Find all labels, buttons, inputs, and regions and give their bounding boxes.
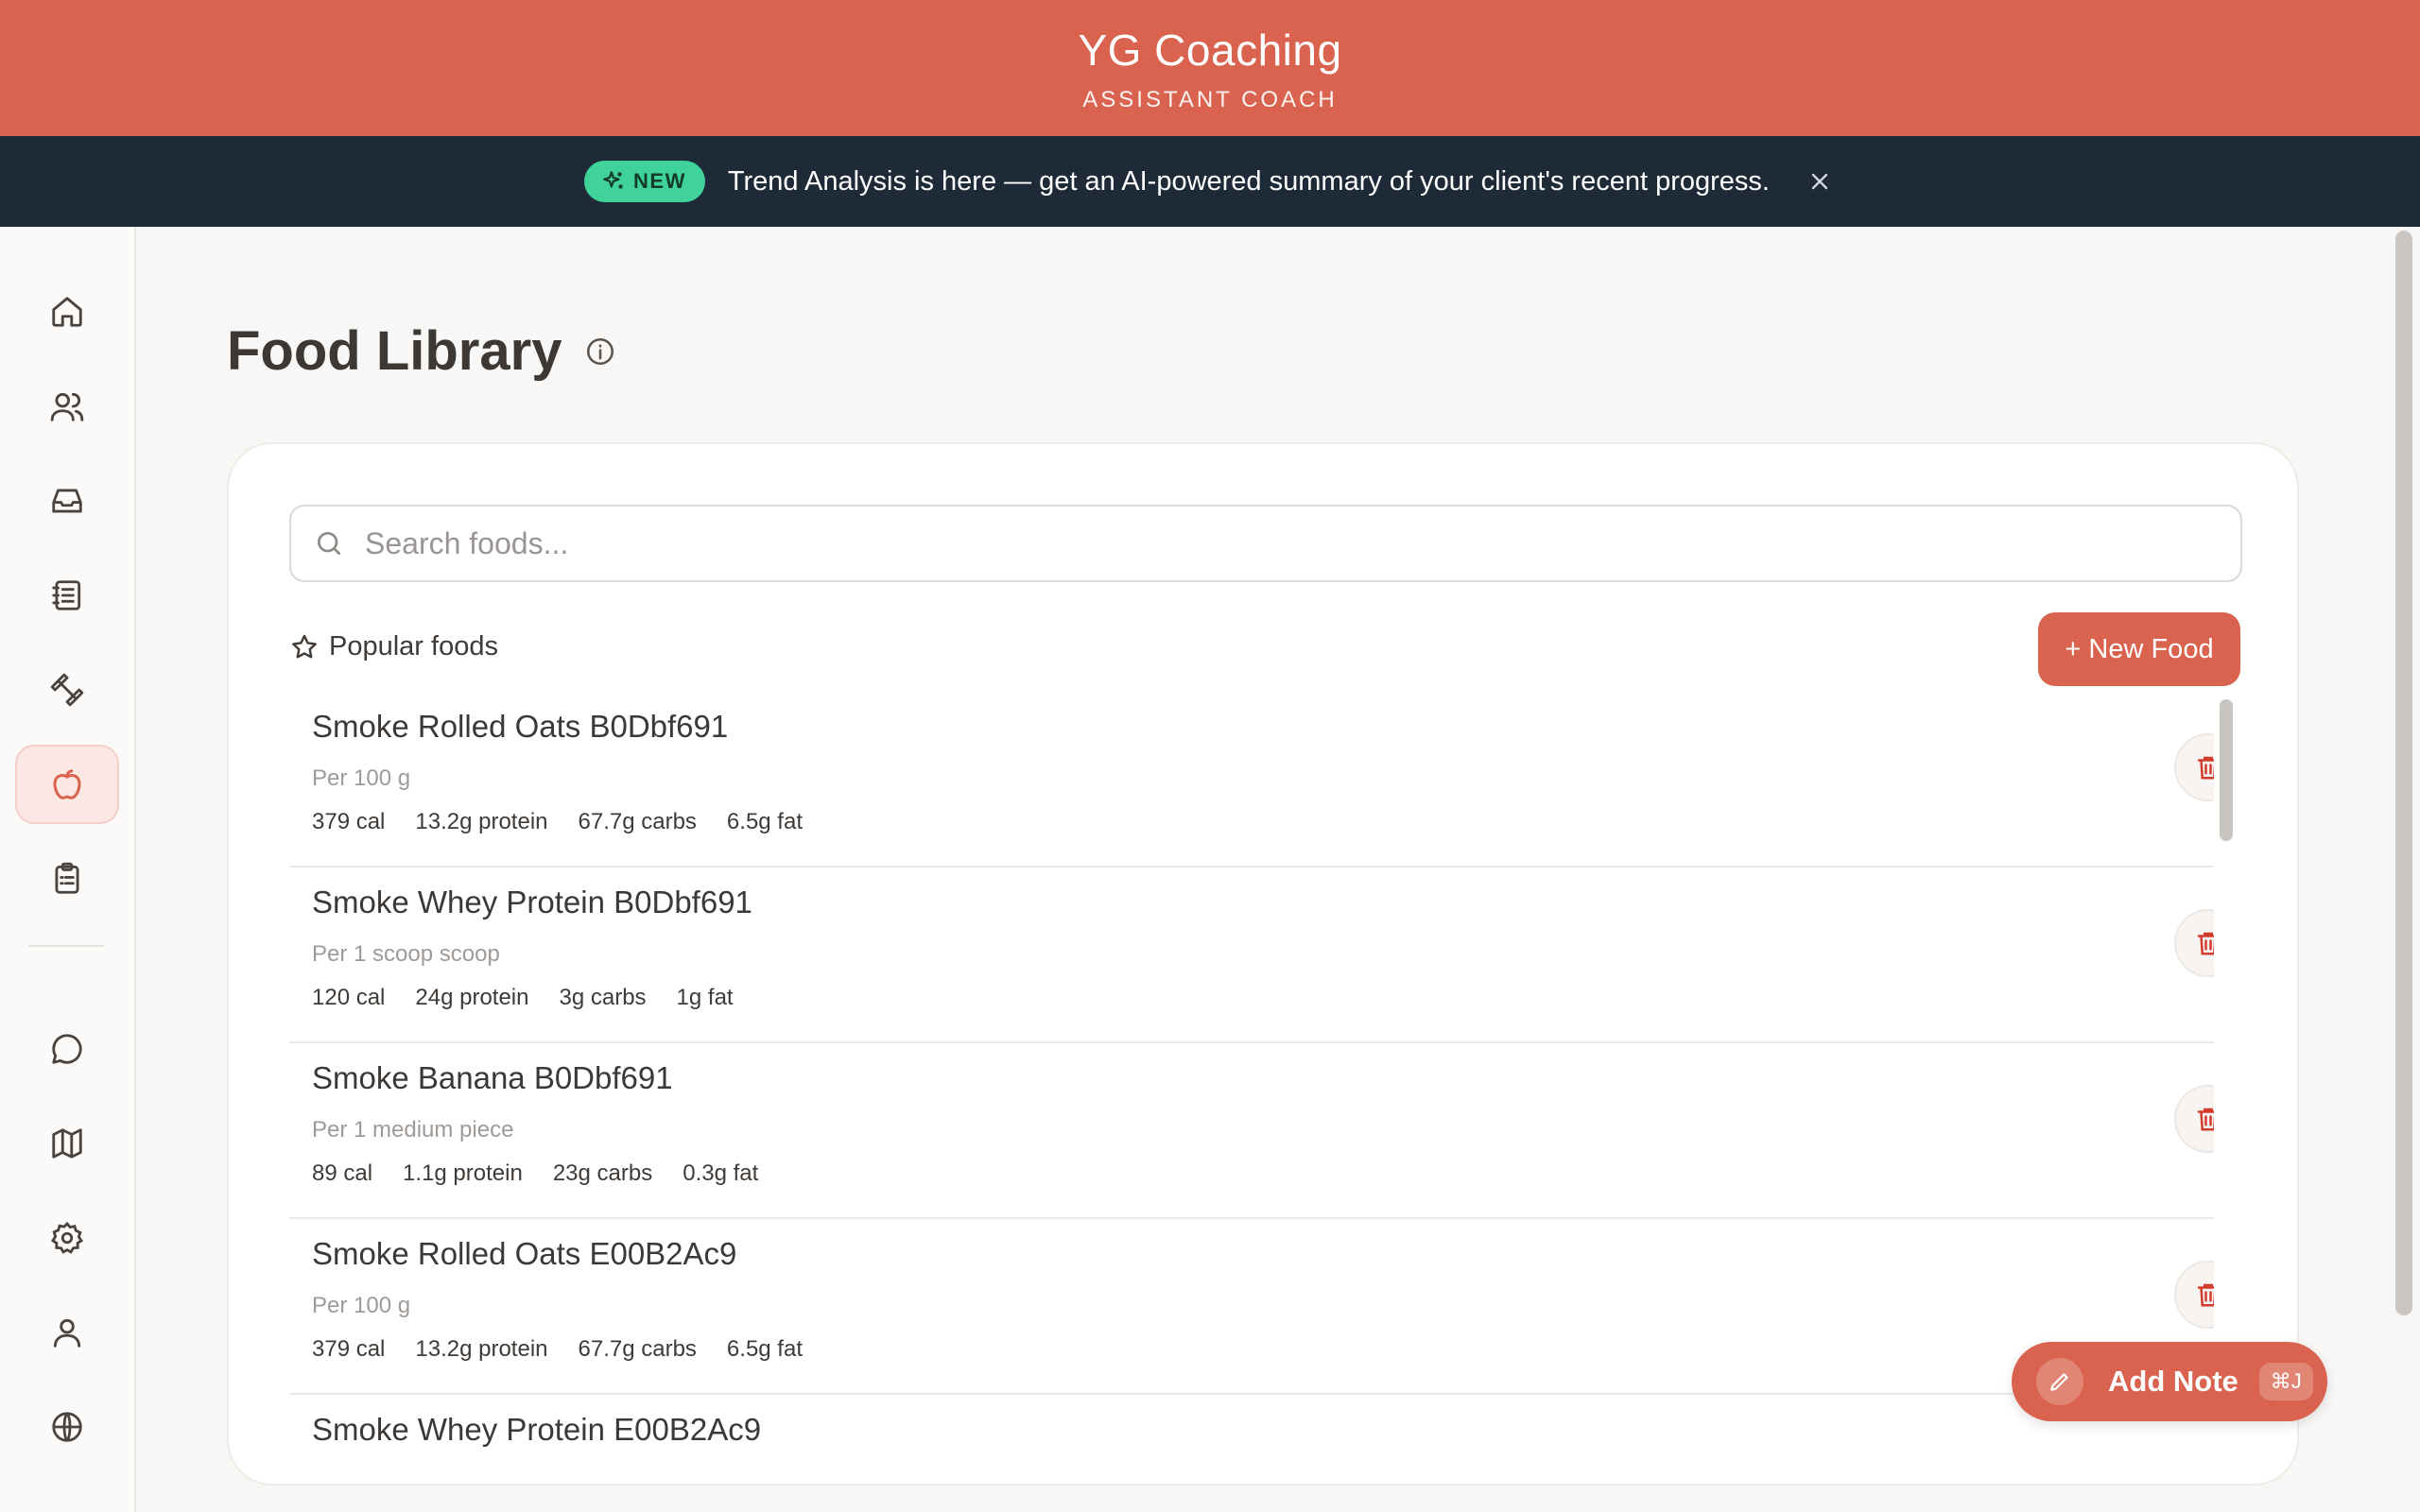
food-carbs: 67.7g carbs (578, 809, 697, 834)
page-scrollbar[interactable] (2395, 231, 2412, 1317)
food-fat: 6.5g fat (726, 809, 803, 834)
app-header: YG Coaching ASSISTANT COACH (0, 0, 2420, 136)
notebook-icon (52, 580, 81, 610)
sidebar-item-checkins[interactable] (15, 839, 119, 919)
food-carbs: 3g carbs (559, 985, 647, 1010)
food-name: Smoke Rolled Oats B0Dbf691 (312, 709, 729, 744)
food-protein: 13.2g protein (415, 1336, 548, 1362)
food-macros: 89 cal 1.1g protein 23g carbs 0.3g fat (312, 1160, 758, 1187)
food-row[interactable]: Smoke Rolled Oats B0Dbf691 Per 100 g 379… (289, 692, 2214, 868)
users-icon (50, 392, 84, 421)
new-food-button[interactable]: + New Food (2038, 612, 2240, 686)
food-name: Smoke Whey Protein B0Dbf691 (312, 885, 752, 919)
dumbbell-icon (50, 673, 84, 707)
sidebar-item-home[interactable] (15, 272, 119, 352)
trash-icon (2197, 756, 2214, 780)
sparkle-icon (603, 171, 623, 189)
sidebar-divider (28, 945, 104, 947)
announcement-message: Trend Analysis is here — get an AI-power… (727, 165, 1770, 197)
popular-foods-label: Popular foods (329, 631, 498, 662)
shortcut-badge: ⌘J (2258, 1363, 2313, 1400)
food-serving: Per 1 scoop scoop (312, 941, 500, 967)
apple-icon (53, 769, 81, 799)
trash-icon (2197, 1283, 2214, 1307)
search-icon (318, 532, 340, 555)
food-macros: 379 cal 13.2g protein 67.7g carbs 6.5g f… (312, 809, 803, 835)
delete-food-button[interactable] (2174, 733, 2214, 801)
pencil-icon (2036, 1358, 2083, 1405)
popular-foods-toggle[interactable]: Popular foods (289, 631, 498, 662)
globe-icon (52, 1412, 82, 1442)
food-calories: 379 cal (312, 1336, 386, 1362)
food-calories: 379 cal (312, 809, 386, 834)
star-icon (292, 634, 317, 658)
sidebar-item-language[interactable] (15, 1387, 119, 1467)
food-fat: 0.3g fat (683, 1160, 759, 1186)
food-row[interactable]: Smoke Rolled Oats E00B2Ac9 Per 100 g 379… (289, 1219, 2214, 1395)
announcement-bar: NEW Trend Analysis is here — get an AI-p… (0, 136, 2420, 227)
sidebar-item-settings[interactable] (15, 1198, 119, 1278)
food-name: Smoke Rolled Oats E00B2Ac9 (312, 1236, 737, 1271)
brand-title: YG Coaching (1078, 26, 1342, 75)
inbox-icon (52, 489, 82, 513)
delete-food-button[interactable] (2174, 1085, 2214, 1153)
food-list: Smoke Rolled Oats B0Dbf691 Per 100 g 379… (289, 692, 2214, 1484)
food-carbs: 23g carbs (552, 1160, 653, 1186)
home-icon (52, 297, 82, 327)
food-serving: Per 100 g (312, 1293, 411, 1318)
info-icon[interactable] (584, 335, 616, 368)
sidebar-item-messages[interactable] (15, 1009, 119, 1089)
gear-icon (51, 1221, 84, 1254)
brand-subtitle: ASSISTANT COACH (1082, 87, 1338, 112)
food-calories: 120 cal (312, 985, 386, 1010)
food-name: Smoke Whey Protein E00B2Ac9 (312, 1412, 762, 1447)
sidebar (0, 227, 136, 1512)
food-serving: Per 1 medium piece (312, 1117, 514, 1143)
map-icon (52, 1128, 82, 1159)
food-name: Smoke Banana B0Dbf691 (312, 1060, 673, 1095)
food-macros: 120 cal 24g protein 3g carbs 1g fat (312, 985, 734, 1011)
user-icon (53, 1318, 81, 1348)
sidebar-item-clients[interactable] (15, 367, 119, 446)
sidebar-item-inbox[interactable] (15, 461, 119, 541)
food-library-card: Popular foods + New Food Smoke Rolled Oa… (227, 442, 2299, 1486)
delete-food-button[interactable] (2174, 1261, 2214, 1329)
close-icon[interactable] (1804, 165, 1836, 198)
food-fat: 1g fat (676, 985, 734, 1010)
sidebar-item-workouts[interactable] (15, 650, 119, 730)
food-fat: 6.5g fat (726, 1336, 803, 1362)
add-note-label: Add Note (2108, 1365, 2238, 1398)
delete-food-button[interactable] (2174, 909, 2214, 977)
new-badge-label: NEW (633, 169, 686, 193)
sidebar-item-programs[interactable] (15, 556, 119, 635)
sidebar-item-map[interactable] (15, 1104, 119, 1183)
food-calories: 89 cal (312, 1160, 373, 1186)
sidebar-item-nutrition[interactable] (15, 745, 119, 824)
food-protein: 24g protein (415, 985, 529, 1010)
search-box (289, 505, 2242, 582)
new-badge: NEW (584, 161, 705, 202)
trash-icon (2197, 932, 2214, 955)
food-serving: Per 100 g (312, 765, 411, 791)
food-row[interactable]: Smoke Banana B0Dbf691 Per 1 medium piece… (289, 1043, 2214, 1219)
food-protein: 13.2g protein (415, 809, 548, 834)
add-note-button[interactable]: Add Note ⌘J (2012, 1342, 2327, 1421)
page-title-text: Food Library (227, 320, 562, 382)
food-protein: 1.1g protein (403, 1160, 523, 1186)
food-row[interactable]: Smoke Whey Protein B0Dbf691 Per 1 scoop … (289, 868, 2214, 1043)
trash-icon (2197, 1108, 2214, 1131)
food-row[interactable]: Smoke Whey Protein E00B2Ac9 (289, 1395, 2214, 1484)
clipboard-icon (55, 862, 79, 894)
search-input[interactable] (365, 525, 2161, 561)
chat-icon (52, 1034, 82, 1064)
sidebar-item-profile[interactable] (15, 1293, 119, 1372)
page-title: Food Library (227, 319, 616, 383)
food-carbs: 67.7g carbs (578, 1336, 697, 1362)
food-macros: 379 cal 13.2g protein 67.7g carbs 6.5g f… (312, 1336, 803, 1363)
